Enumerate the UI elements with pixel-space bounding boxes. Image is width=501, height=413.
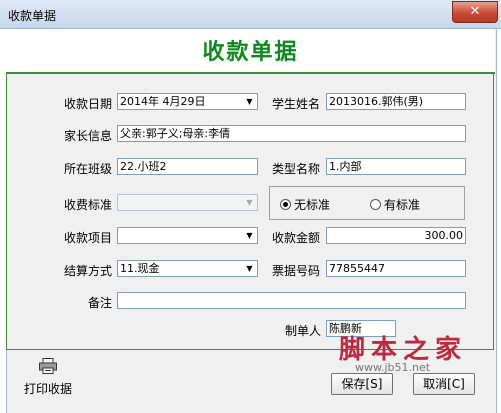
ticket-label: 票据号码 xyxy=(272,264,321,278)
class-value: 22.小班2 xyxy=(120,160,167,173)
radio-no-standard[interactable]: 无标准 xyxy=(280,196,330,213)
page-title: 收款单据 xyxy=(202,40,299,65)
radio-has-standard[interactable]: 有标准 xyxy=(370,196,420,213)
item-label: 收款项目 xyxy=(64,231,113,245)
chevron-down-icon[interactable]: ▼ xyxy=(243,95,256,108)
parent-label: 家长信息 xyxy=(64,129,113,143)
radio-no-standard-label: 无标准 xyxy=(294,198,331,212)
amount-label: 收款金额 xyxy=(272,231,321,245)
type-field[interactable]: 1.内部 xyxy=(326,158,466,175)
save-button[interactable]: 保存[S] xyxy=(331,373,393,395)
close-icon: ✕ xyxy=(469,4,481,19)
date-value: 2014年 4月29日 xyxy=(120,95,206,108)
remark-label: 备注 xyxy=(88,296,113,310)
radio-has-standard-label: 有标准 xyxy=(384,198,421,212)
amount-value: 300.00 xyxy=(424,229,464,242)
save-button-label: 保存[S] xyxy=(341,377,383,391)
chevron-down-icon: ▼ xyxy=(246,198,253,207)
student-field[interactable]: 2013016.郭伟(男) xyxy=(326,93,466,110)
date-picker[interactable]: 2014年 4月29日 ▼ xyxy=(117,93,258,110)
settle-value: 11.现金 xyxy=(120,262,160,275)
print-receipt-label: 打印收据 xyxy=(24,382,73,396)
class-field[interactable]: 22.小班2 xyxy=(117,158,258,175)
class-label: 所在班级 xyxy=(64,162,113,176)
radio-selected-icon xyxy=(280,199,291,210)
date-label: 收款日期 xyxy=(64,97,113,111)
header-panel: 收款单据 xyxy=(6,29,495,74)
remark-field[interactable] xyxy=(117,292,466,309)
close-button[interactable]: ✕ xyxy=(452,1,498,23)
settle-label: 结算方式 xyxy=(64,264,113,278)
cancel-button[interactable]: 取消[C] xyxy=(413,373,475,395)
cancel-button-label: 取消[C] xyxy=(423,377,465,391)
item-select[interactable]: ▼ xyxy=(117,227,258,244)
chevron-down-icon[interactable]: ▼ xyxy=(243,229,256,242)
student-value: 2013016.郭伟(男) xyxy=(329,95,424,108)
window-titlebar: 收款单据 ✕ xyxy=(0,0,501,29)
maker-label: 制单人 xyxy=(285,324,322,338)
standard-label: 收费标准 xyxy=(64,198,113,212)
student-label: 学生姓名 xyxy=(272,97,321,111)
type-value: 1.内部 xyxy=(329,160,362,173)
type-label: 类型名称 xyxy=(272,162,321,176)
printer-icon xyxy=(39,358,57,374)
parent-field[interactable]: 父亲:郭子义;母亲:李倩 xyxy=(117,125,466,142)
parent-value: 父亲:郭子义;母亲:李倩 xyxy=(120,127,231,140)
settle-select[interactable]: 11.现金 ▼ xyxy=(117,260,258,277)
standard-radio-group: 无标准 有标准 xyxy=(269,186,465,220)
ticket-field[interactable]: 77855447 xyxy=(326,260,466,277)
ticket-value: 77855447 xyxy=(329,262,385,275)
standard-select[interactable]: ▼ xyxy=(117,194,258,211)
window-title: 收款单据 xyxy=(8,9,57,23)
radio-unselected-icon xyxy=(370,199,381,210)
amount-field[interactable]: 300.00 xyxy=(326,227,466,244)
chevron-down-icon[interactable]: ▼ xyxy=(243,262,256,275)
